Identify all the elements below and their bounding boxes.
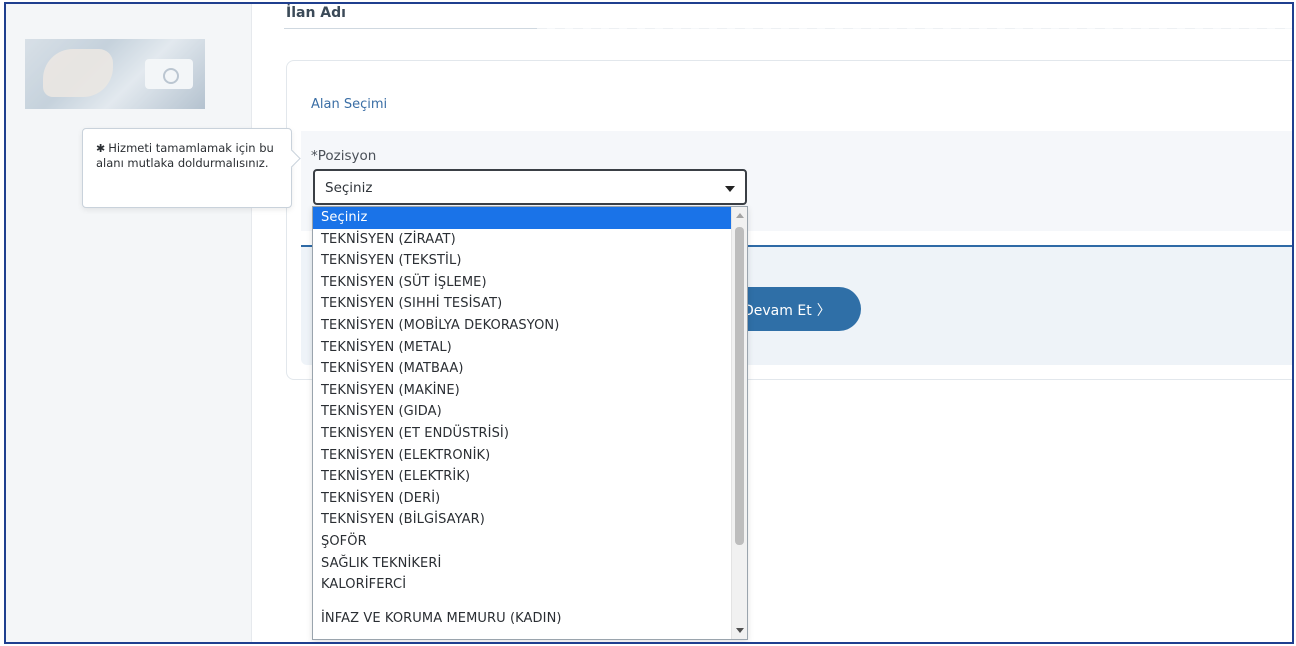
- dropdown-option[interactable]: TEKNİSYEN (ELEKTRONİK): [313, 445, 747, 467]
- asterisk-icon: ✱: [96, 142, 106, 155]
- dropdown-option[interactable]: TEKNİSYEN (SIHHİ TESİSAT): [313, 293, 747, 315]
- hand-image-shape: [43, 49, 113, 97]
- option-list: Seçiniz TEKNİSYEN (ZİRAAT) TEKNİSYEN (TEKS…: [313, 207, 747, 629]
- required-field-tooltip: ✱ Hizmeti tamamlamak için bu alanı mutlak…: [82, 128, 292, 208]
- sidebar: [6, 4, 252, 642]
- chevron-right-icon: 〉: [816, 303, 831, 319]
- scroll-up-arrow-icon[interactable]: [736, 213, 744, 218]
- title-underline: [284, 28, 537, 29]
- position-select[interactable]: Seçiniz: [313, 169, 747, 205]
- dropdown-option[interactable]: TEKNİSYEN (BİLGİSAYAR): [313, 509, 747, 531]
- dropdown-option[interactable]: TEKNİSYEN (ET ENDÜSTRİSİ): [313, 423, 747, 445]
- dropdown-option[interactable]: TEKNİSYEN (ZİRAAT): [313, 229, 747, 251]
- position-dropdown-list[interactable]: Seçiniz TEKNİSYEN (ZİRAAT) TEKNİSYEN (TEKS…: [312, 206, 748, 640]
- dropdown-option[interactable]: TEKNİSYEN (MOBİLYA DEKORASYON): [313, 315, 747, 337]
- dropdown-option[interactable]: TEKNİSYEN (DERİ): [313, 488, 747, 510]
- title-underline-faint: [537, 28, 1292, 29]
- position-select-value: Seçiniz: [325, 180, 373, 196]
- dropdown-option[interactable]: TEKNİSYEN (MAKİNE): [313, 380, 747, 402]
- caret-down-icon: [725, 186, 735, 192]
- dropdown-option[interactable]: TEKNİSYEN (TEKSTİL): [313, 250, 747, 272]
- dropdown-option[interactable]: TEKNİSYEN (METAL): [313, 337, 747, 359]
- dropdown-option[interactable]: SAĞLIK TEKNİKERİ: [313, 553, 747, 575]
- dropdown-option[interactable]: İNFAZ VE KORUMA MEMURU (KADIN): [313, 608, 747, 630]
- section-title: Alan Seçimi: [311, 97, 388, 112]
- dropdown-option[interactable]: TEKNİSYEN (SÜT İŞLEME): [313, 272, 747, 294]
- dropdown-option[interactable]: ŞOFÖR: [313, 531, 747, 553]
- tooltip-text: Hizmeti tamamlamak için bu alanı mutlaka…: [96, 141, 274, 170]
- device-image-shape: [145, 59, 193, 89]
- dropdown-option[interactable]: KALORİFERCİ: [313, 574, 747, 596]
- dropdown-option[interactable]: TEKNİSYEN (GIDA): [313, 401, 747, 423]
- screenshot-frame: ✱ Hizmeti tamamlamak için bu alanı mutlak…: [4, 2, 1294, 644]
- position-label: *Pozisyon: [311, 148, 377, 164]
- dropdown-option[interactable]: TEKNİSYEN (MATBAA): [313, 358, 747, 380]
- continue-button-label: Devam Et: [743, 303, 812, 319]
- scroll-down-arrow-icon[interactable]: [736, 628, 744, 633]
- dropdown-option-spacer: [313, 596, 747, 608]
- dropdown-option[interactable]: Seçiniz: [313, 207, 747, 229]
- dropdown-scrollbar[interactable]: [731, 207, 747, 639]
- sidebar-image: [25, 39, 205, 109]
- page-title: İlan Adı: [286, 5, 346, 21]
- dropdown-option[interactable]: TEKNİSYEN (ELEKTRİK): [313, 466, 747, 488]
- scroll-thumb[interactable]: [735, 227, 744, 545]
